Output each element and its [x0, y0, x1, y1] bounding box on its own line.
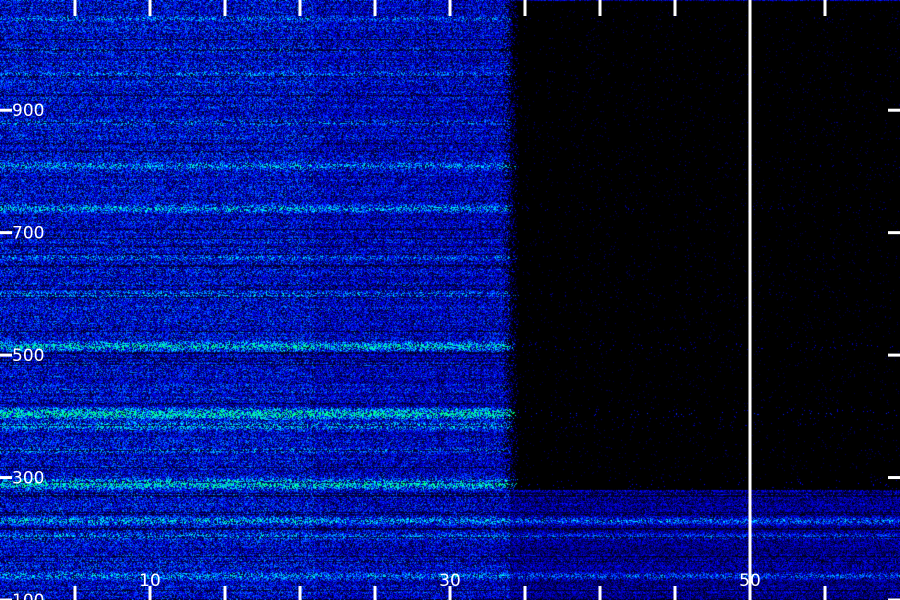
spectrogram-chart: 100 300 500 700 900 10 30 50	[0, 0, 900, 600]
x-tick-label: 50	[739, 571, 761, 591]
x-tick-label: 10	[139, 571, 161, 591]
y-tick-label: 700	[12, 224, 44, 244]
y-tick-label: 300	[12, 469, 44, 489]
x-tick-label: 30	[439, 571, 461, 591]
chart-axes: 100 300 500 700 900 10 30 50	[0, 0, 900, 600]
y-tick-label: 500	[12, 346, 44, 366]
y-tick-label: 900	[12, 101, 44, 121]
y-tick-label: 100	[12, 591, 44, 600]
